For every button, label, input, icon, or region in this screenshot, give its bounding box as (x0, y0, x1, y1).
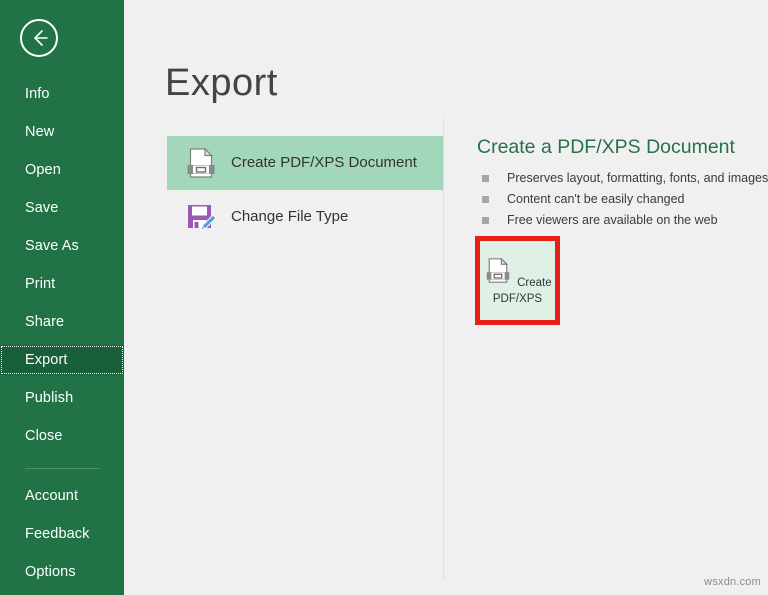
export-main-pane: Export Create PDF/XPS Document (124, 0, 768, 595)
sidebar-item-save-as[interactable]: Save As (0, 231, 124, 261)
column-divider (443, 118, 444, 580)
sidebar-item-label: Print (25, 276, 55, 292)
list-item: Preserves layout, formatting, fonts, and… (479, 168, 768, 189)
list-item-label: Content can't be easily changed (507, 192, 685, 206)
sidebar-item-label: Open (25, 162, 61, 178)
detail-bullet-list: Preserves layout, formatting, fonts, and… (479, 168, 768, 231)
back-arrow-icon (22, 21, 56, 55)
list-item-label: Free viewers are available on the web (507, 213, 718, 227)
bullet-square-icon (482, 217, 489, 224)
back-arrow-button[interactable] (20, 19, 58, 57)
sidebar-item-print[interactable]: Print (0, 269, 124, 299)
sidebar-item-close[interactable]: Close (0, 421, 124, 451)
sidebar-item-account[interactable]: Account (0, 481, 124, 511)
sidebar-item-label: Options (25, 564, 76, 580)
sidebar-item-feedback[interactable]: Feedback (0, 519, 124, 549)
sidebar-item-save[interactable]: Save (0, 193, 124, 223)
sidebar-item-label: Close (25, 428, 63, 444)
sidebar-item-export[interactable]: Export (0, 345, 124, 375)
backstage-sidebar: Info New Open Save Save As Print Share E… (0, 0, 124, 595)
create-pdf-xps-button-line2: PDF/XPS (493, 293, 542, 305)
page-title: Export (165, 62, 278, 105)
export-option-label: Create PDF/XPS Document (231, 136, 417, 190)
sidebar-item-label: Export (25, 352, 68, 368)
sidebar-item-new[interactable]: New (0, 117, 124, 147)
list-item-label: Preserves layout, formatting, fonts, and… (507, 171, 768, 185)
floppy-disk-pencil-icon (183, 199, 219, 235)
sidebar-item-label: Feedback (25, 526, 89, 542)
bullet-square-icon (482, 175, 489, 182)
sidebar-item-label: Account (25, 488, 78, 504)
sidebar-item-label: Save As (25, 238, 79, 254)
sidebar-item-label: Save (25, 200, 58, 216)
bullet-square-icon (482, 196, 489, 203)
pdf-document-icon (483, 274, 517, 289)
list-item: Content can't be easily changed (479, 189, 768, 210)
watermark: wsxdn.com (704, 576, 761, 588)
sidebar-item-label: Share (25, 314, 64, 330)
export-option-create-pdf-xps-document[interactable]: Create PDF/XPS Document (167, 136, 443, 190)
sidebar-item-label: Publish (25, 390, 73, 406)
sidebar-item-label: New (25, 124, 54, 140)
sidebar-divider (25, 468, 100, 469)
pdf-document-icon (183, 145, 219, 181)
create-pdf-xps-button[interactable]: Create PDF/XPS (475, 236, 560, 325)
sidebar-item-publish[interactable]: Publish (0, 383, 124, 413)
export-options-list: Create PDF/XPS Document Change File Type (167, 136, 443, 244)
create-pdf-xps-button-line1: Create (517, 277, 552, 289)
sidebar-item-info[interactable]: Info (0, 79, 124, 109)
sidebar-item-share[interactable]: Share (0, 307, 124, 337)
sidebar-item-options[interactable]: Options (0, 557, 124, 587)
sidebar-item-open[interactable]: Open (0, 155, 124, 185)
export-option-change-file-type[interactable]: Change File Type (167, 190, 443, 244)
sidebar-item-label: Info (25, 86, 50, 102)
export-option-label: Change File Type (231, 190, 348, 244)
list-item: Free viewers are available on the web (479, 210, 768, 231)
detail-heading: Create a PDF/XPS Document (477, 136, 735, 159)
